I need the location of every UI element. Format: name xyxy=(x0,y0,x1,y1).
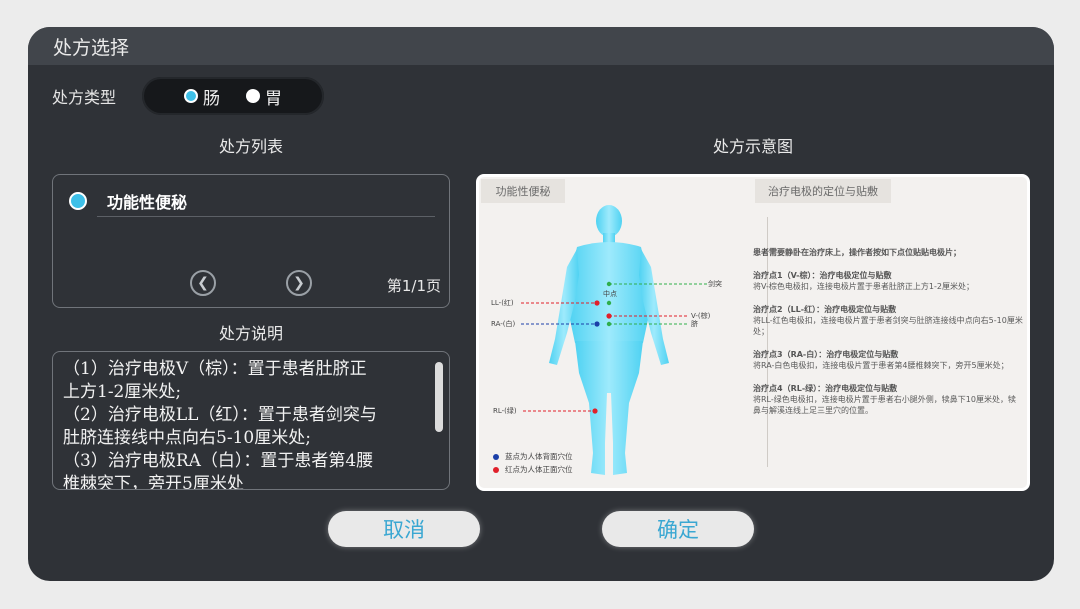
diagram-tab-left: 功能性便秘 xyxy=(481,179,565,203)
description-scrollbar[interactable] xyxy=(435,362,443,432)
point-text: 将RA-白色电极扣，连接电极片置于患者第4腰椎棘突下，旁开5厘米处； xyxy=(753,361,1009,370)
body-figure xyxy=(521,205,707,475)
description-line: （3）治疗电极RA（白）：置于患者第4腰 xyxy=(63,451,374,471)
chevron-left-icon: ❮ xyxy=(197,275,209,291)
dialog-title: 处方选择 xyxy=(53,36,130,59)
red-dot-icon xyxy=(493,466,499,473)
cancel-button[interactable]: 取消 xyxy=(328,511,480,547)
prev-page-button[interactable]: ❮ xyxy=(190,270,216,296)
point-heading: 治疗点1（V-棕）：治疗电极定位与贴敷 xyxy=(753,271,892,280)
label-qi: 脐 xyxy=(691,320,698,328)
legend-item: 红点为人体正面穴位 xyxy=(493,464,573,475)
prescription-dialog: 处方选择 处方类型 肠 胃 处方列表 功能性便秘 ❮ ❯ 第1/1页 处方说明 … xyxy=(28,27,1054,581)
instructions-intro: 患者需要静卧在治疗床上，操作者按如下点位贴贴电极片； xyxy=(753,248,961,257)
prescription-diagram: 功能性便秘 治疗电极的定位与贴敷 剑突 中点 V-(棕) 脐 LL-(红) RA… xyxy=(476,174,1030,491)
radio-unselected-icon xyxy=(246,89,261,103)
legend-item: 蓝点为人体背面穴位 xyxy=(493,451,573,462)
prescription-description-title: 处方说明 xyxy=(218,324,283,343)
description-line: （2）治疗电极LL（红）：置于患者剑突与 xyxy=(63,405,377,425)
dialog-titlebar: 处方选择 xyxy=(28,27,1054,65)
point-text: 将LL-红色电极扣，连接电极片置于患者剑突与肚脐连接线中点向右5-10厘米处； xyxy=(753,316,1023,336)
label-ll: LL-(红) xyxy=(491,299,514,307)
prescription-description[interactable]: （1）治疗电极V（棕）：置于患者肚脐正 上方1-2厘米处; （2）治疗电极LL（… xyxy=(52,351,450,490)
type-option-intestine[interactable]: 肠 xyxy=(184,84,220,109)
prescription-list: 功能性便秘 ❮ ❯ 第1/1页 xyxy=(52,174,450,308)
description-line: （1）治疗电极V（棕）：置于患者肚脐正 xyxy=(63,359,367,379)
legend-label: 红点为人体正面穴位 xyxy=(505,465,573,474)
label-jiantu: 剑突 xyxy=(708,280,722,288)
prescription-type-toggle: 肠 胃 xyxy=(142,77,325,115)
description-line: 肚脐连接线中点向右5-10厘米处; xyxy=(63,428,311,448)
blue-dot-icon xyxy=(493,453,499,460)
human-body-silhouette xyxy=(549,205,669,475)
point-heading: 治疗点3（RA-白）：治疗电极定位与贴敷 xyxy=(753,350,899,359)
chevron-right-icon: ❯ xyxy=(293,275,305,291)
diagram-tab-right: 治疗电极的定位与贴敷 xyxy=(755,179,891,203)
diagram-instructions: 患者需要静卧在治疗床上，操作者按如下点位贴贴电极片； 治疗点1（V-棕）：治疗电… xyxy=(753,247,1023,416)
prescription-type-row: 处方类型 肠 胃 xyxy=(52,77,325,115)
point-text: 将V-棕色电极扣，连接电极片置于患者肚脐正上方1-2厘米处； xyxy=(753,282,974,291)
type-option-stomach-label: 胃 xyxy=(265,88,283,109)
prescription-diagram-title: 处方示意图 xyxy=(712,137,793,156)
label-zhongdian: 中点 xyxy=(603,290,617,298)
description-line: 椎棘突下，旁开5厘米处 xyxy=(63,474,244,490)
description-line: 上方1-2厘米处; xyxy=(63,382,182,402)
prescription-list-title: 处方列表 xyxy=(218,137,283,156)
label-ra: RA-(白) xyxy=(491,320,516,328)
legend-label: 蓝点为人体背面穴位 xyxy=(505,452,573,461)
list-item[interactable]: 功能性便秘 xyxy=(69,189,187,213)
list-divider xyxy=(97,216,435,217)
type-option-intestine-label: 肠 xyxy=(203,88,221,109)
list-item-label: 功能性便秘 xyxy=(107,193,188,212)
page-indicator: 第1/1页 xyxy=(386,277,441,295)
radio-selected-icon xyxy=(69,192,87,210)
label-rl: RL-(绿) xyxy=(493,407,517,415)
point-text: 将RL-绿色电极扣，连接电极片置于患者右小腿外侧，犊鼻下10厘米处，犊鼻与解溪连… xyxy=(753,395,1016,415)
confirm-button[interactable]: 确定 xyxy=(602,511,754,547)
radio-selected-icon xyxy=(184,89,199,103)
description-text: （1）治疗电极V（棕）：置于患者肚脐正 上方1-2厘米处; （2）治疗电极LL（… xyxy=(63,358,423,490)
prescription-type-label: 处方类型 xyxy=(52,88,117,107)
point-heading: 治疗点4（RL-绿）：治疗电极定位与贴敷 xyxy=(753,384,898,393)
next-page-button[interactable]: ❯ xyxy=(286,270,312,296)
point-heading: 治疗点2（LL-红）：治疗电极定位与贴敷 xyxy=(753,305,897,314)
type-option-stomach[interactable]: 胃 xyxy=(246,84,282,109)
